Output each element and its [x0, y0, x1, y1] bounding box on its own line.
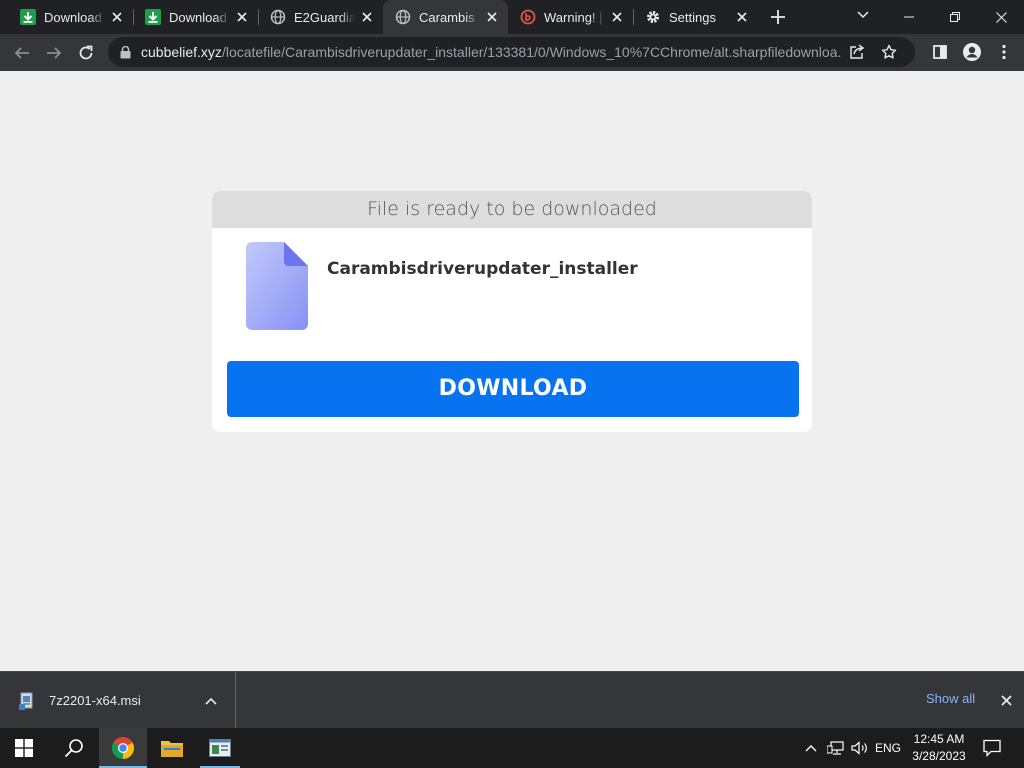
green-download-icon	[145, 9, 161, 25]
close-icon[interactable]	[609, 9, 625, 25]
tab-e2guardian[interactable]: E2Guardian	[258, 0, 383, 34]
msi-installer-icon	[18, 692, 36, 710]
tab-title: Download (	[169, 9, 230, 25]
close-shelf-icon[interactable]	[996, 690, 1016, 710]
address-bar[interactable]: cubbelief.xyz/locatefile/Carambisdriveru…	[108, 37, 915, 67]
language-indicator[interactable]: ENG	[873, 728, 903, 768]
restore-button[interactable]	[932, 0, 978, 34]
restore-icon	[950, 12, 960, 22]
forward-button[interactable]	[38, 37, 70, 69]
tab-search-button[interactable]	[848, 0, 878, 30]
tab-carambis[interactable]: Carambis	[383, 0, 508, 34]
speaker-icon	[851, 741, 867, 755]
chrome-icon	[112, 737, 134, 759]
close-icon	[995, 11, 1007, 23]
forward-arrow-icon	[47, 46, 62, 59]
minimize-button[interactable]	[886, 0, 932, 34]
tab-warning[interactable]: Warning! |	[508, 0, 633, 34]
download-item[interactable]: 7z2201-x64.msi	[0, 672, 236, 729]
tab-title: Download (	[44, 9, 105, 25]
action-center-icon	[983, 739, 1001, 757]
taskbar-chrome[interactable]	[99, 728, 147, 768]
side-panel-icon	[933, 45, 947, 59]
browser-toolbar: cubbelief.xyz/locatefile/Carambisdriveru…	[0, 34, 1024, 71]
menu-button[interactable]	[988, 36, 1020, 68]
lock-icon[interactable]	[120, 45, 131, 59]
tab-settings[interactable]: Settings	[633, 0, 758, 34]
app-window-icon	[209, 739, 231, 757]
warning-site-icon	[520, 9, 536, 25]
tab-download-2[interactable]: Download (	[133, 0, 258, 34]
close-icon[interactable]	[484, 9, 500, 25]
kebab-menu-icon	[1002, 44, 1006, 60]
search-button[interactable]	[50, 728, 98, 768]
tab-strip: Download ( Download ( E2Guardian Carambi…	[0, 0, 1024, 34]
profile-avatar-icon	[963, 43, 981, 61]
network-button[interactable]	[824, 728, 848, 768]
page-viewport: File is ready to be downloaded Carambisd…	[0, 71, 1024, 671]
start-button[interactable]	[0, 728, 48, 768]
plus-icon	[771, 10, 785, 24]
reload-button[interactable]	[70, 37, 102, 69]
taskbar-app[interactable]	[196, 728, 244, 768]
url-host: cubbelief.xyz	[141, 44, 222, 60]
download-shelf: 7z2201-x64.msi Show all	[0, 671, 1024, 729]
minimize-icon	[904, 16, 914, 18]
globe-icon	[395, 9, 411, 25]
folder-icon	[161, 741, 183, 757]
profile-button[interactable]	[956, 36, 988, 68]
new-tab-button[interactable]	[764, 3, 792, 31]
close-icon[interactable]	[734, 9, 750, 25]
clock-time: 12:45 AM	[913, 732, 965, 746]
tray-overflow-button[interactable]	[800, 728, 822, 768]
url-path: /locatefile/Carambisdriverupdater_instal…	[221, 44, 841, 60]
bookmark-star-icon[interactable]	[873, 38, 905, 66]
green-download-icon	[20, 9, 36, 25]
show-all-link[interactable]: Show all	[926, 691, 975, 706]
share-icon[interactable]	[841, 38, 873, 66]
side-panel-button[interactable]	[924, 36, 956, 68]
download-card: File is ready to be downloaded Carambisd…	[212, 191, 812, 432]
windows-logo-icon	[15, 739, 33, 757]
close-icon[interactable]	[109, 9, 125, 25]
card-header: File is ready to be downloaded	[212, 191, 812, 228]
tab-title: E2Guardian	[294, 9, 355, 25]
back-arrow-icon	[14, 46, 29, 59]
gear-icon	[645, 9, 661, 25]
clock-date: 3/28/2023	[912, 749, 966, 763]
network-icon	[827, 741, 844, 755]
download-button[interactable]: DOWNLOAD	[227, 361, 799, 417]
back-button[interactable]	[6, 37, 38, 69]
globe-icon	[270, 9, 286, 25]
notifications-button[interactable]	[978, 728, 1006, 768]
file-name: Carambisdriverupdater_installer	[327, 259, 638, 279]
tab-download-1[interactable]: Download (	[8, 0, 133, 34]
close-icon[interactable]	[359, 9, 375, 25]
close-icon[interactable]	[234, 9, 250, 25]
window-controls	[886, 0, 1024, 34]
chevron-down-icon	[857, 11, 869, 19]
reload-icon	[79, 45, 93, 59]
taskbar-clock[interactable]: 12:45 AM 3/28/2023	[903, 731, 975, 765]
taskbar-file-explorer[interactable]	[148, 728, 196, 768]
close-window-button[interactable]	[978, 0, 1024, 34]
file-document-icon	[246, 242, 308, 335]
volume-button[interactable]	[848, 728, 872, 768]
chevron-up-icon	[805, 745, 817, 752]
windows-taskbar: ENG 12:45 AM 3/28/2023	[0, 728, 1024, 768]
chevron-up-icon[interactable]	[199, 689, 223, 713]
url-text[interactable]: cubbelief.xyz/locatefile/Carambisdriveru…	[141, 44, 841, 60]
toolbar-right	[924, 36, 1020, 68]
tab-title: Warning! |	[544, 9, 603, 25]
download-file-name: 7z2201-x64.msi	[49, 693, 141, 708]
tab-title: Carambis	[419, 9, 475, 25]
tab-title: Settings	[669, 9, 716, 25]
search-icon	[64, 739, 83, 758]
